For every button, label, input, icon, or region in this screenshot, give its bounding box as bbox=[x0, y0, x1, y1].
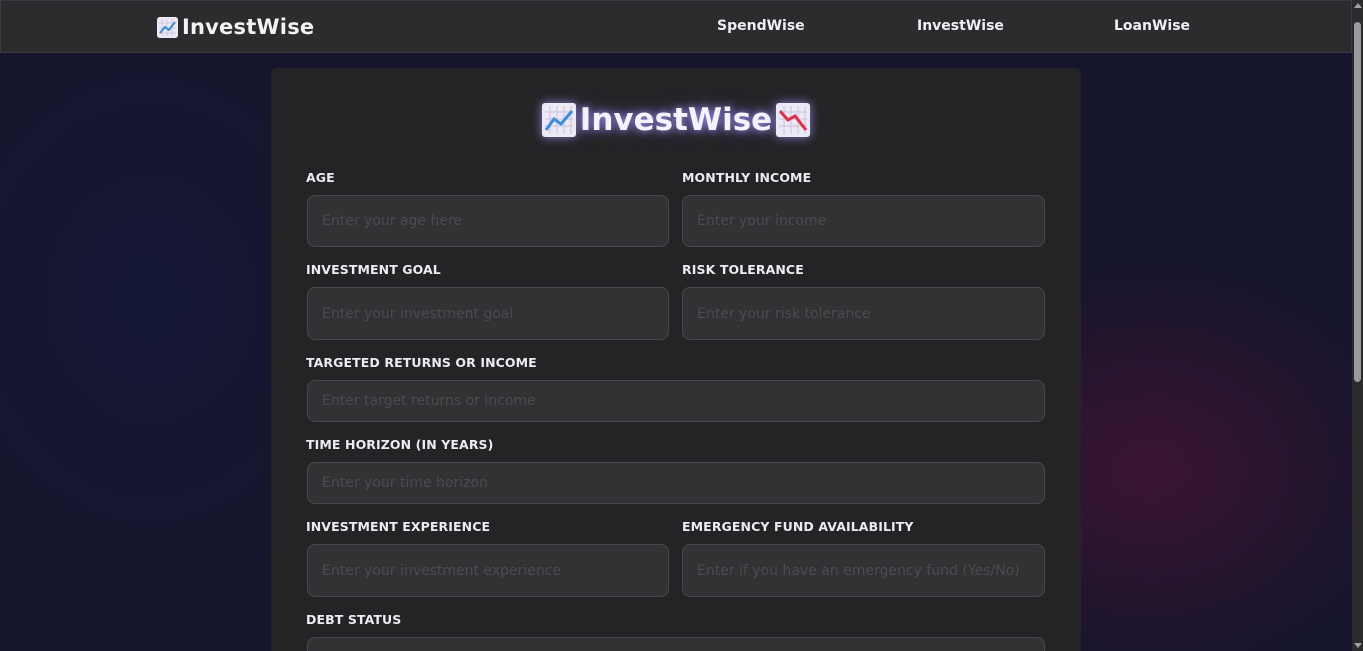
nav-link-spendwise[interactable]: SpendWise bbox=[717, 18, 805, 34]
investment-experience-label: INVESTMENT EXPERIENCE bbox=[306, 519, 491, 534]
page: InvestWise SpendWise InvestWise LoanWise bbox=[0, 0, 1363, 651]
debt-status-label: DEBT STATUS bbox=[306, 612, 402, 627]
targeted-returns-input[interactable] bbox=[307, 380, 1045, 422]
scroll-down-icon[interactable] bbox=[1354, 643, 1362, 648]
form-title: InvestWise bbox=[271, 102, 1081, 138]
nav-link-investwise[interactable]: InvestWise bbox=[917, 18, 1004, 34]
time-horizon-input[interactable] bbox=[307, 462, 1045, 504]
risk-tolerance-label: RISK TOLERANCE bbox=[682, 262, 804, 277]
investment-experience-input[interactable] bbox=[307, 544, 669, 597]
time-horizon-label: TIME HORIZON (IN YEARS) bbox=[306, 437, 494, 452]
scroll-up-icon[interactable] bbox=[1354, 3, 1362, 8]
nav-links: SpendWise InvestWise LoanWise bbox=[1, 18, 1351, 38]
investment-goal-input[interactable] bbox=[307, 287, 669, 340]
monthly-income-label: MONTHLY INCOME bbox=[682, 170, 812, 185]
page-scrollbar[interactable] bbox=[1352, 0, 1363, 651]
investment-form-card: InvestWise AGE MONTHLY INCOME INVESTMENT… bbox=[271, 68, 1081, 651]
emergency-fund-label: EMERGENCY FUND AVAILABILITY bbox=[682, 519, 914, 534]
nav-link-loanwise[interactable]: LoanWise bbox=[1114, 18, 1190, 34]
chart-increasing-icon bbox=[541, 103, 576, 137]
age-label: AGE bbox=[306, 170, 335, 185]
scroll-thumb[interactable] bbox=[1354, 22, 1361, 382]
risk-tolerance-input[interactable] bbox=[682, 287, 1045, 340]
emergency-fund-input[interactable] bbox=[682, 544, 1045, 597]
age-input[interactable] bbox=[307, 195, 669, 247]
investment-goal-label: INVESTMENT GOAL bbox=[306, 262, 441, 277]
debt-status-input[interactable] bbox=[307, 637, 1045, 651]
monthly-income-input[interactable] bbox=[682, 195, 1045, 247]
form-title-text: InvestWise bbox=[579, 102, 773, 138]
targeted-returns-label: TARGETED RETURNS OR INCOME bbox=[306, 355, 537, 370]
top-navbar: InvestWise SpendWise InvestWise LoanWise bbox=[0, 0, 1352, 53]
chart-decreasing-icon bbox=[776, 103, 811, 137]
